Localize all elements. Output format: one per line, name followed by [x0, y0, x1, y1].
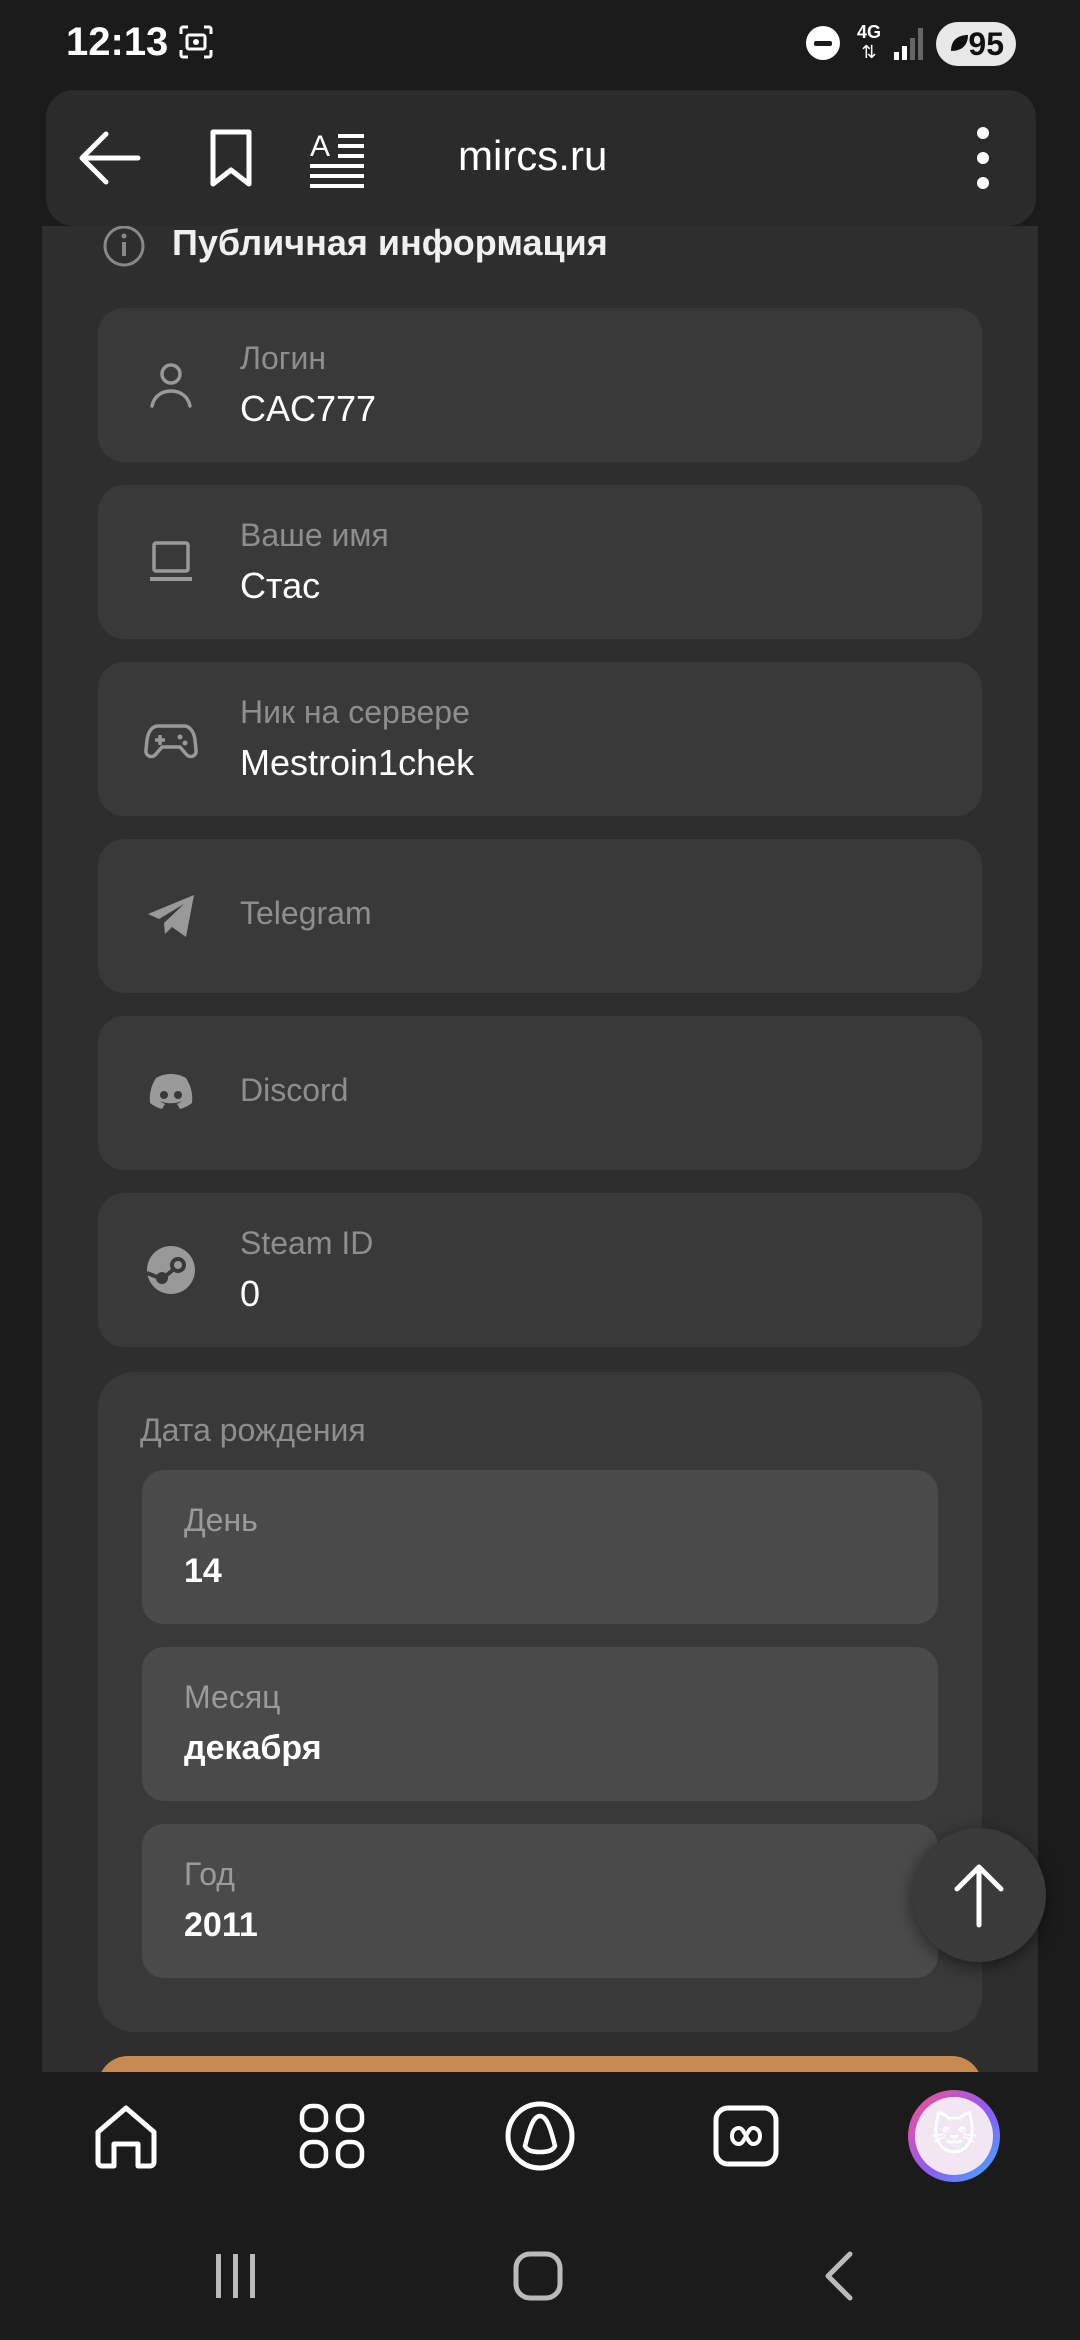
profile-avatar[interactable]: 🐱	[908, 2090, 1000, 2182]
battery-level: 95	[968, 26, 1004, 62]
alice-assistant-icon[interactable]	[504, 2100, 576, 2172]
steam-id-label: Steam ID	[240, 1225, 374, 1261]
name-label: Ваше имя	[240, 517, 389, 553]
power-saving-icon	[951, 35, 968, 51]
signal-icon	[894, 28, 923, 60]
back-system-icon[interactable]	[810, 2248, 870, 2304]
do-not-disturb-icon	[806, 26, 840, 60]
birth-day-label: День	[184, 1502, 258, 1538]
system-navigation-bar	[0, 2202, 1080, 2340]
home-icon[interactable]	[90, 2100, 162, 2172]
discord-placeholder: Discord	[240, 1072, 349, 1108]
login-label: Логин	[240, 340, 327, 376]
browser-bottom-nav: 🐱	[0, 2072, 1080, 2202]
home-system-icon[interactable]	[508, 2248, 568, 2304]
profile-page: Публичная информация Логин CAC777 Ваше и…	[42, 222, 1038, 2116]
cat-avatar-icon: 🐱	[915, 2097, 993, 2175]
birth-month-value: декабря	[184, 1729, 322, 1767]
address-bar-url[interactable]: mircs.ru	[458, 132, 607, 180]
back-arrow-icon[interactable]	[76, 128, 142, 188]
telegram-placeholder: Telegram	[240, 895, 372, 931]
birth-month-field[interactable]: Месяц декабря	[142, 1647, 938, 1801]
server-nick-field[interactable]: Ник на сервере Mestroin1chek	[98, 662, 982, 816]
status-bar: 12:13 4G ⇅ 95	[0, 0, 1080, 90]
arrow-up-icon	[954, 1864, 1004, 1928]
birthdate-title: Дата рождения	[140, 1412, 366, 1448]
laptop-icon	[150, 541, 192, 581]
recent-apps-icon[interactable]	[206, 2248, 266, 2304]
status-time: 12:13	[66, 20, 169, 64]
tabs-infinity-icon[interactable]	[710, 2100, 782, 2172]
login-field[interactable]: Логин CAC777	[98, 308, 982, 462]
birth-year-field[interactable]: Год 2011	[142, 1824, 938, 1978]
steam-id-value: 0	[240, 1273, 261, 1314]
birth-year-label: Год	[184, 1856, 235, 1892]
birthdate-group: Дата рождения День 14 Месяц декабря Год …	[98, 1372, 982, 2032]
discord-field[interactable]: Discord	[98, 1016, 982, 1170]
battery-indicator: 95	[936, 22, 1016, 66]
telegram-field[interactable]: Telegram	[98, 839, 982, 993]
steam-id-field[interactable]: Steam ID 0	[98, 1193, 982, 1347]
birth-day-value: 14	[184, 1552, 222, 1590]
discord-icon	[149, 1074, 193, 1109]
server-nick-value: Mestroin1chek	[240, 742, 475, 783]
server-nick-label: Ник на сервере	[240, 694, 470, 730]
scroll-to-top-button[interactable]	[912, 1828, 1046, 1962]
network-label: 4G	[856, 22, 881, 42]
section-title: Публичная информация	[172, 222, 608, 263]
user-icon	[150, 363, 192, 408]
login-value: CAC777	[240, 388, 377, 429]
birth-year-value: 2011	[184, 1906, 258, 1944]
browser-toolbar: A mircs.ru	[46, 90, 1036, 226]
bookmark-icon[interactable]	[208, 128, 254, 188]
birth-month-label: Месяц	[184, 1679, 281, 1715]
name-value: Стас	[240, 565, 321, 606]
apps-grid-icon[interactable]	[296, 2100, 368, 2172]
more-menu-icon[interactable]	[976, 126, 990, 190]
svg-text:A: A	[310, 130, 330, 163]
telegram-icon	[148, 895, 194, 937]
reader-mode-icon[interactable]: A	[308, 128, 368, 188]
screenshot-icon	[179, 25, 213, 59]
network-4g-icon: 4G ⇅	[852, 22, 886, 66]
info-icon	[103, 225, 145, 267]
birth-day-field[interactable]: День 14	[142, 1470, 938, 1624]
steam-icon	[146, 1246, 195, 1294]
gamepad-icon	[144, 724, 198, 759]
name-field[interactable]: Ваше имя Стас	[98, 485, 982, 639]
